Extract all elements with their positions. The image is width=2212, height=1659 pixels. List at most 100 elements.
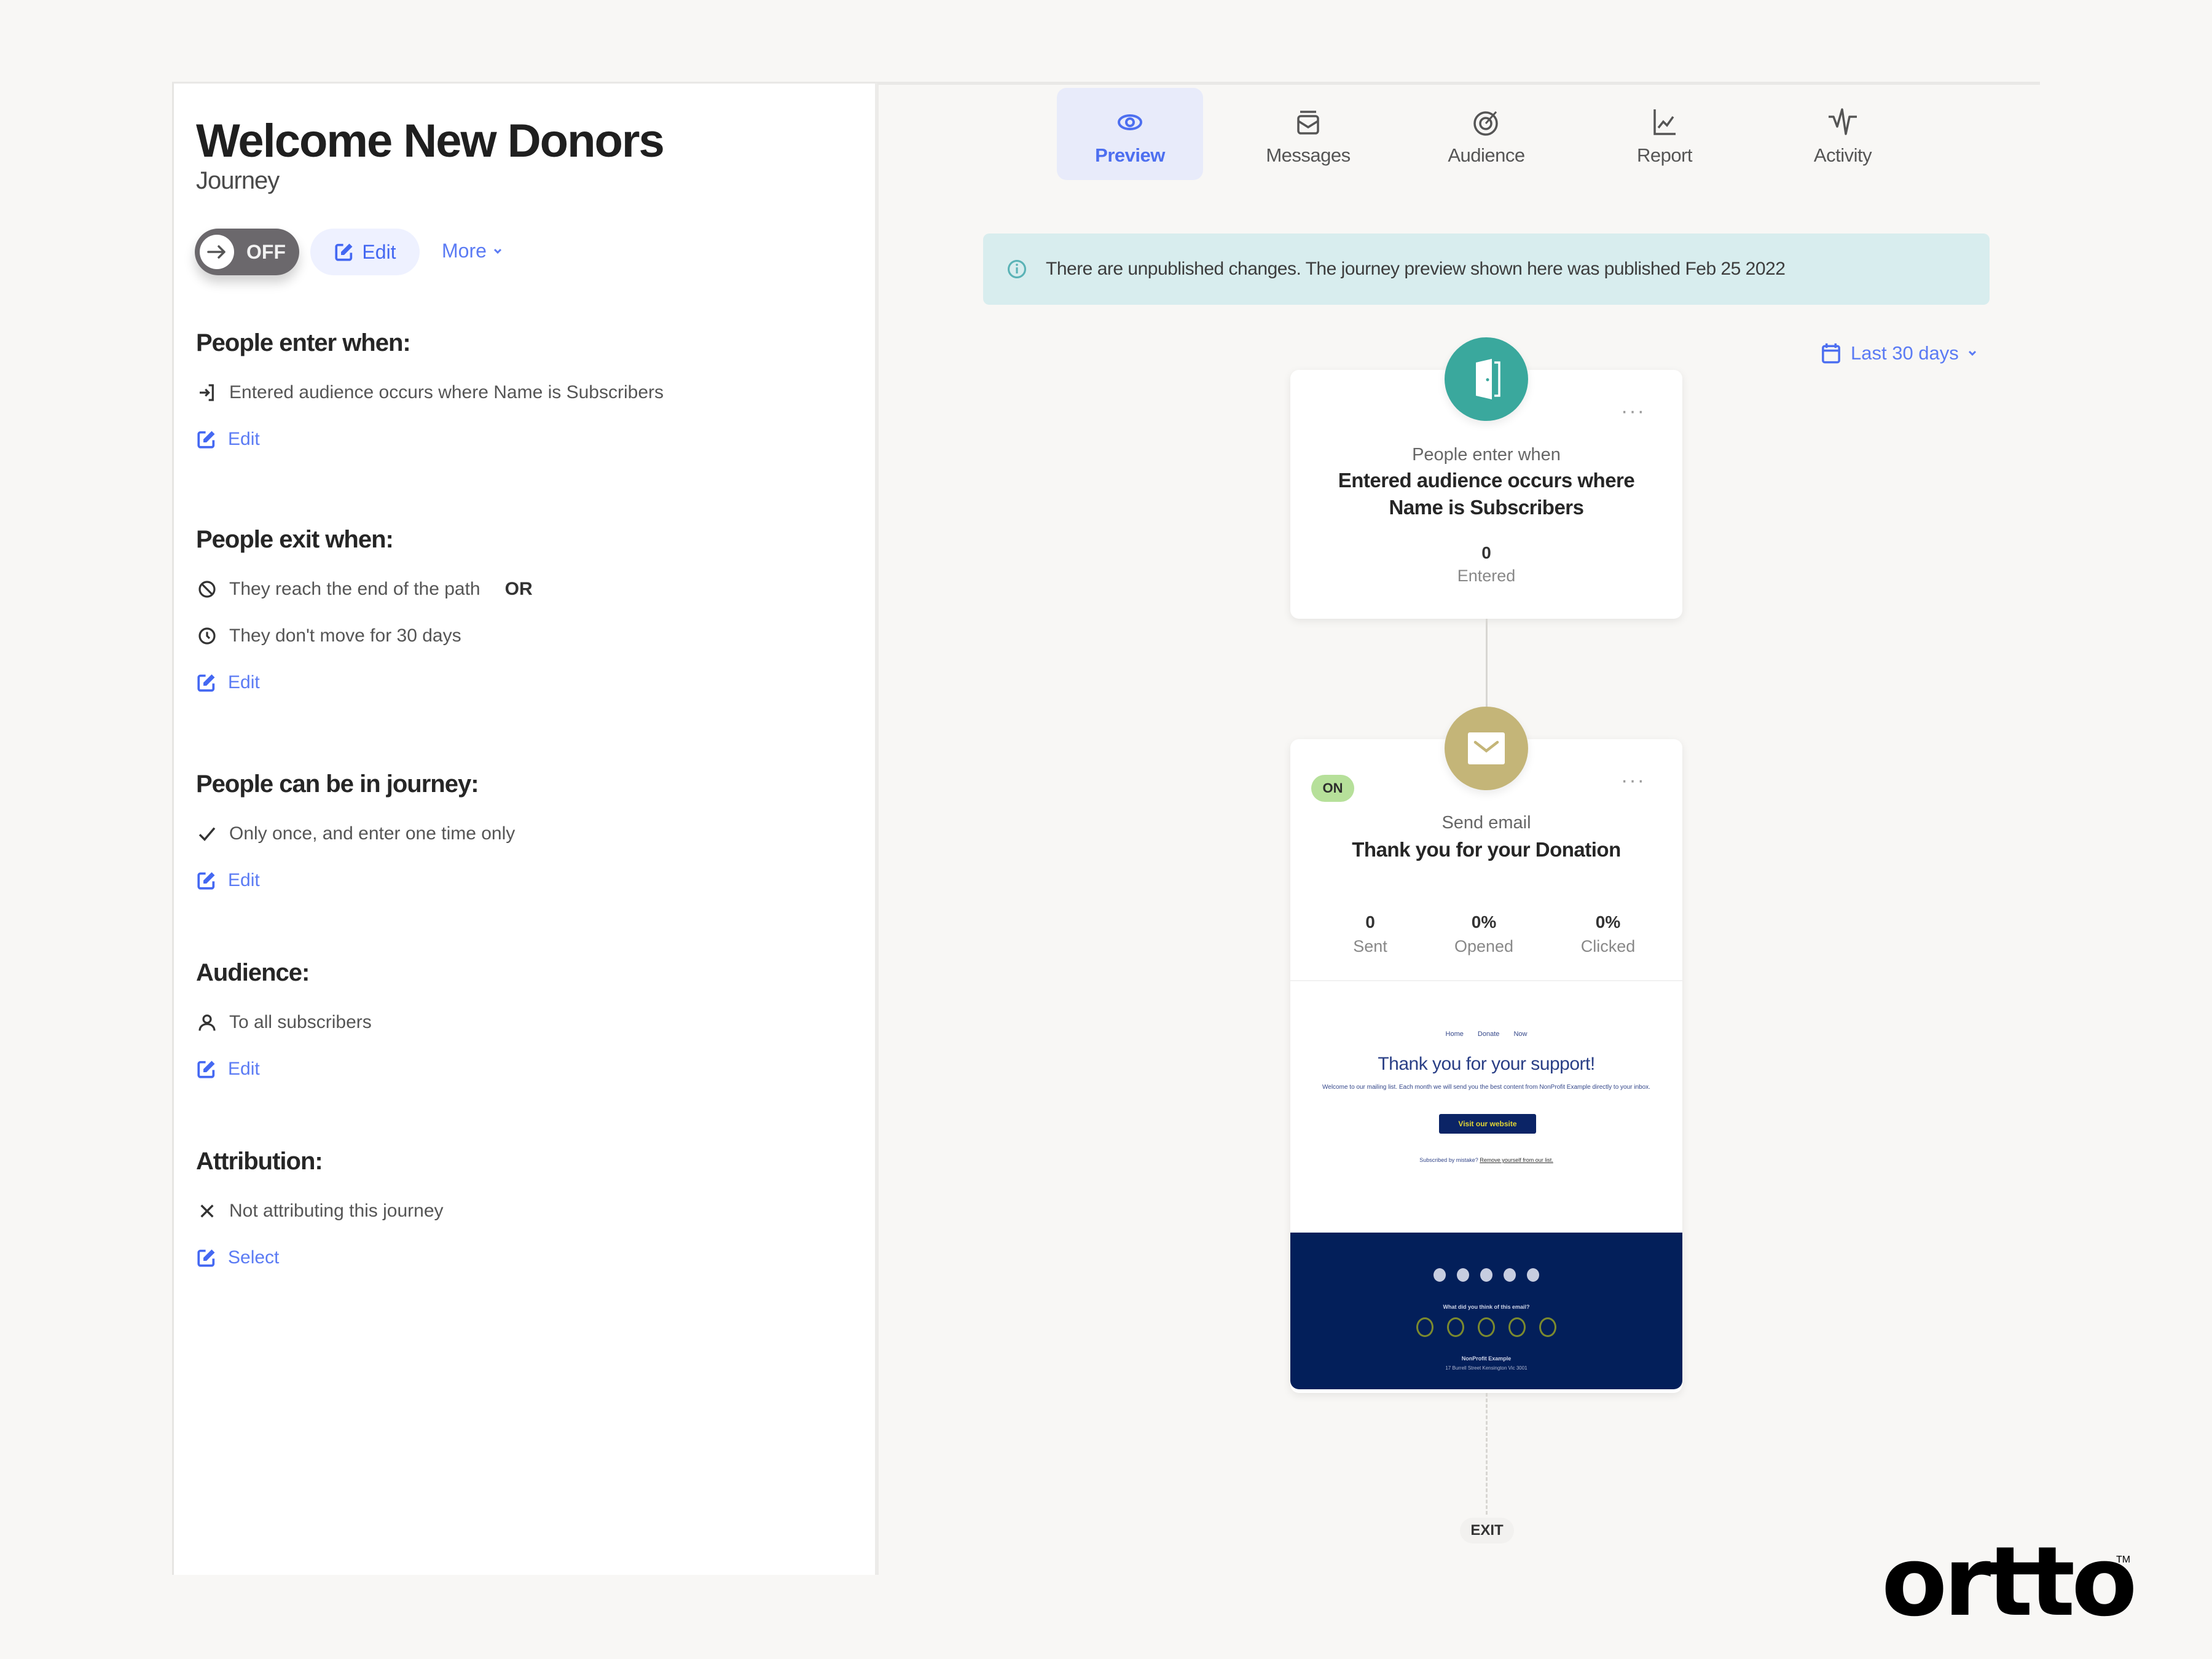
- email-headline: Thank you for your support!: [1378, 1054, 1595, 1074]
- info-icon: [1007, 259, 1027, 279]
- stat-clicked: 0% Clicked: [1574, 912, 1642, 956]
- entry-node-menu-button[interactable]: ···: [1621, 399, 1645, 423]
- view-tabs: Preview Messages Audience Report Activit…: [1057, 88, 1948, 180]
- face-angry-icon: [1539, 1317, 1556, 1337]
- more-menu-button[interactable]: More: [442, 240, 503, 262]
- face-neutral-icon: [1478, 1317, 1495, 1337]
- facebook-icon: [1433, 1268, 1446, 1282]
- unsubscribe-link: Remove yourself from our list.: [1480, 1157, 1553, 1163]
- flow-connector: [1486, 619, 1488, 711]
- email-node-title: Thank you for your Donation: [1352, 838, 1621, 861]
- more-label: More: [442, 240, 487, 262]
- page-title: Welcome New Donors: [196, 115, 665, 167]
- date-range-picker[interactable]: Last 30 days: [1820, 342, 1977, 365]
- edit-exit-label: Edit: [228, 672, 260, 692]
- select-attribution-label: Select: [228, 1247, 280, 1268]
- edit-icon: [197, 872, 215, 890]
- edit-journey-label: Edit: [362, 240, 396, 263]
- frequency-rule: Only once, and enter one time only: [196, 823, 515, 845]
- section-heading: People exit when:: [196, 526, 394, 553]
- linkedin-icon: [1527, 1268, 1539, 1282]
- section-heading: Attribution:: [196, 1148, 323, 1175]
- attribution-rule-text: Not attributing this journey: [229, 1201, 444, 1221]
- tab-activity[interactable]: Activity: [1770, 88, 1916, 180]
- stat-opened: 0% Opened: [1450, 912, 1518, 956]
- edit-frequency-link[interactable]: Edit: [196, 869, 515, 892]
- entry-node-caption: People enter when: [1412, 445, 1561, 465]
- edit-enter-label: Edit: [228, 429, 260, 449]
- toggle-knob: [200, 235, 234, 269]
- face-happy-icon: [1447, 1317, 1464, 1337]
- face-love-icon: [1416, 1317, 1433, 1337]
- eye-icon: [1116, 106, 1143, 138]
- feedback-question: What did you think of this email?: [1443, 1304, 1530, 1310]
- email-node-icon: [1445, 707, 1528, 790]
- org-name: NonProfit Example: [1461, 1355, 1512, 1362]
- social-icons: [1290, 1268, 1682, 1282]
- edit-icon: [197, 1061, 215, 1078]
- chart-icon: [1651, 106, 1678, 138]
- unsubscribe-prefix: Subscribed by mistake?: [1419, 1157, 1478, 1163]
- stat-sent: 0 Sent: [1336, 912, 1404, 956]
- exit-condition-text: They reach the end of the path: [229, 579, 480, 599]
- email-node-menu-button[interactable]: ···: [1621, 769, 1645, 793]
- edit-enter-link[interactable]: Edit: [196, 428, 664, 450]
- tab-label: Audience: [1448, 144, 1525, 166]
- exit-condition: They don't move for 30 days: [196, 625, 533, 647]
- exit-node: EXIT: [1460, 1518, 1514, 1543]
- section-audience: Audience: To all subscribers Edit: [196, 959, 372, 1080]
- check-icon: [196, 823, 218, 845]
- instagram-icon: [1504, 1268, 1516, 1282]
- journey-status-toggle[interactable]: OFF: [195, 229, 299, 275]
- chevron-down-icon: [1968, 350, 1976, 356]
- stat-label: Opened: [1454, 937, 1514, 955]
- tab-audience[interactable]: Audience: [1413, 88, 1559, 180]
- flow-connector-dashed: [1486, 1393, 1488, 1515]
- edit-audience-link[interactable]: Edit: [196, 1058, 372, 1080]
- stat-value: 0%: [1595, 912, 1621, 931]
- arrow-right-icon: [207, 245, 226, 259]
- calendar-icon: [1822, 343, 1840, 364]
- tab-report[interactable]: Report: [1591, 88, 1738, 180]
- email-node-card[interactable]: ON ··· Send email Thank you for your Don…: [1290, 739, 1682, 1393]
- section-frequency: People can be in journey: Only once, and…: [196, 771, 515, 892]
- section-heading: People enter when:: [196, 329, 411, 356]
- tab-label: Preview: [1095, 144, 1165, 166]
- section-enter: People enter when: Entered audience occu…: [196, 329, 664, 450]
- edit-icon: [335, 243, 353, 261]
- tab-messages[interactable]: Messages: [1235, 88, 1381, 180]
- edit-icon: [197, 431, 215, 449]
- feedback-faces: [1290, 1317, 1682, 1337]
- tab-preview[interactable]: Preview: [1057, 88, 1203, 180]
- email-nav-links: Home Donate Now: [1445, 1030, 1528, 1038]
- enter-door-icon: [196, 382, 218, 404]
- edit-exit-link[interactable]: Edit: [196, 672, 533, 694]
- ortto-logo: ortto: [1881, 1526, 2137, 1637]
- tab-label: Messages: [1266, 144, 1351, 166]
- edit-journey-button[interactable]: Edit: [310, 229, 420, 275]
- unpublished-changes-banner: There are unpublished changes. The journ…: [983, 233, 1990, 305]
- email-preview-thumbnail[interactable]: Home Donate Now Thank you for your suppo…: [1290, 980, 1682, 1232]
- block-icon: [196, 578, 218, 600]
- banner-text: There are unpublished changes. The journ…: [1046, 259, 1786, 279]
- person-icon: [196, 1011, 218, 1033]
- edit-audience-label: Edit: [228, 1059, 260, 1079]
- stat-value: 0: [1365, 912, 1375, 931]
- tab-label: Report: [1636, 144, 1693, 166]
- or-label: OR: [504, 579, 533, 599]
- org-address: 17 Burrell Street Kensington Vic 3001: [1445, 1365, 1528, 1371]
- email-footer-block: What did you think of this email? NonPro…: [1290, 1233, 1682, 1389]
- edit-icon: [197, 1249, 215, 1267]
- entered-label: Entered: [1457, 567, 1516, 585]
- entry-node-title: Entered audience occurs where Name is Su…: [1338, 469, 1635, 519]
- email-unsubscribe-line: Subscribed by mistake? Remove yourself f…: [1290, 1157, 1682, 1163]
- x-icon: [196, 1200, 218, 1222]
- clock-icon: [196, 625, 218, 647]
- door-icon: [1476, 359, 1500, 399]
- twitter-icon: [1480, 1268, 1492, 1282]
- email-body-text: Welcome to our mailing list. Each month …: [1322, 1084, 1650, 1091]
- select-attribution-link[interactable]: Select: [196, 1247, 444, 1269]
- email-status-badge: ON: [1311, 775, 1354, 802]
- stat-label: Sent: [1353, 937, 1387, 955]
- section-heading: Audience:: [196, 959, 310, 986]
